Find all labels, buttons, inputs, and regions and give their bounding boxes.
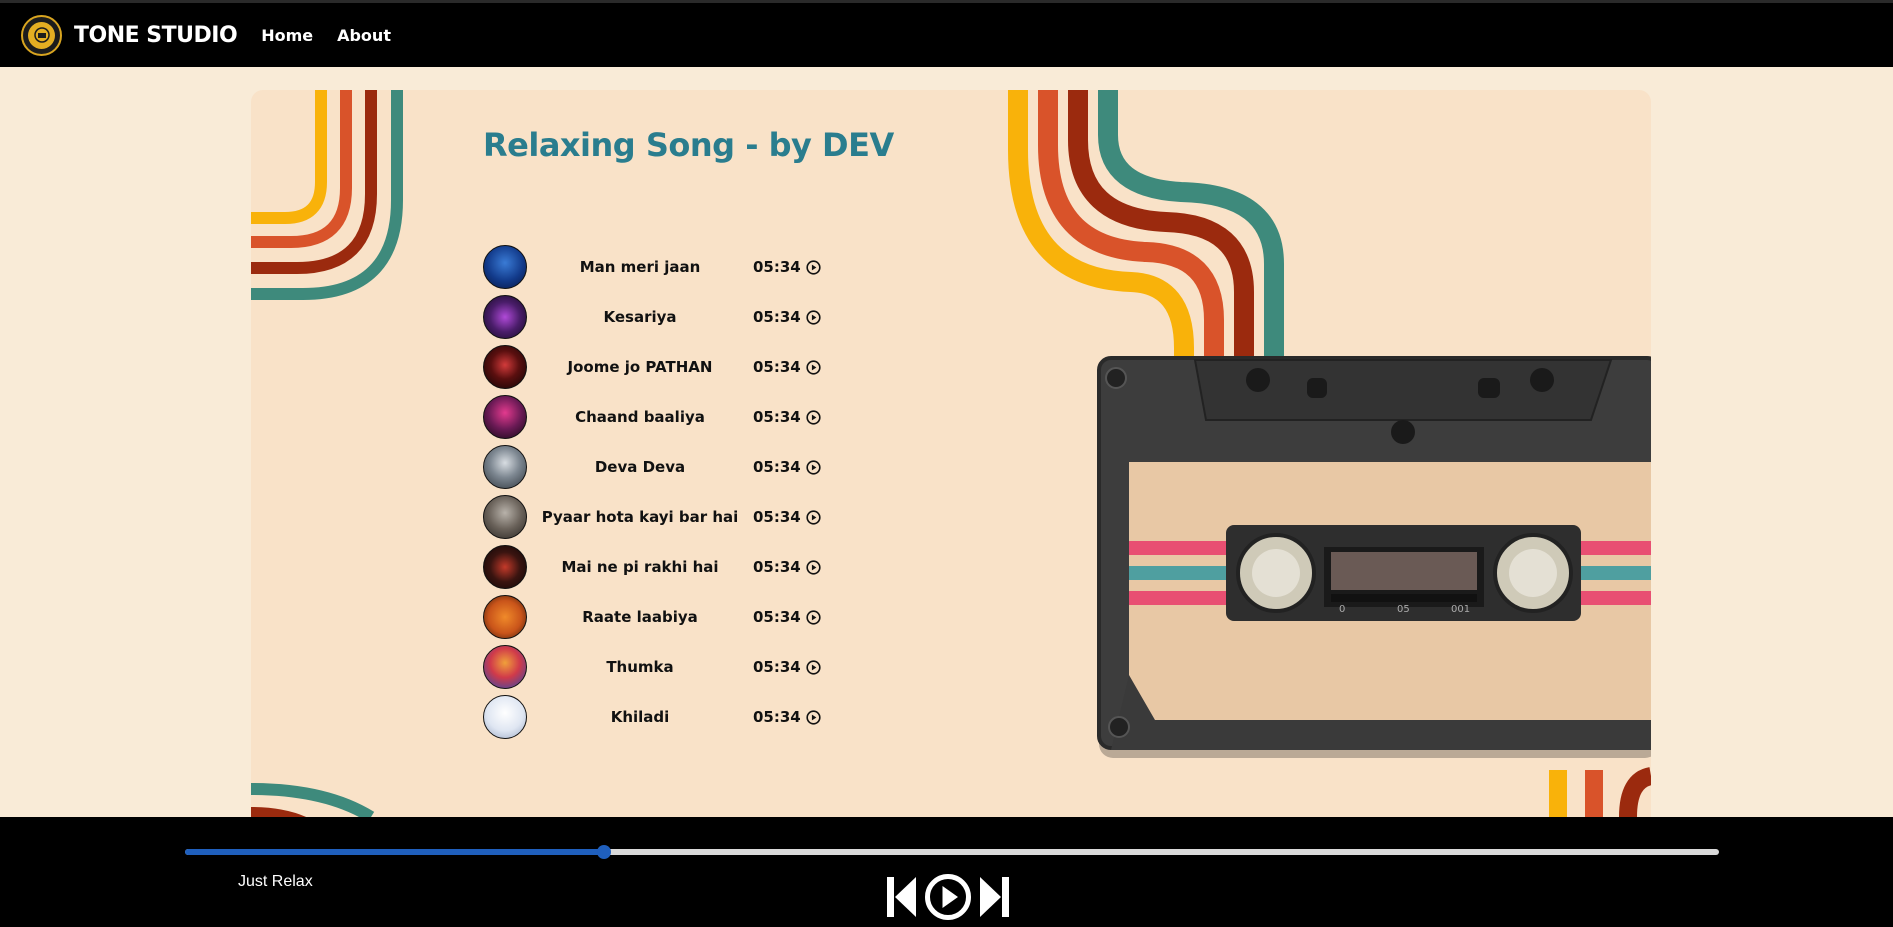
song-row[interactable]: Mai ne pi rakhi hai 05:34: [483, 542, 843, 592]
play-circle-icon[interactable]: [806, 259, 821, 275]
album-art-thumbnail: [483, 445, 527, 489]
album-art-thumbnail: [483, 595, 527, 639]
play-icon[interactable]: [924, 873, 972, 925]
song-name: Kesariya: [603, 308, 677, 326]
song-name: Man meri jaan: [579, 258, 701, 276]
play-circle-icon[interactable]: [806, 509, 821, 525]
song-row[interactable]: Chaand baaliya 05:34: [483, 392, 843, 442]
song-row[interactable]: Deva Deva 05:34: [483, 442, 843, 492]
play-circle-icon[interactable]: [806, 359, 821, 375]
song-duration: 05:34: [753, 608, 801, 626]
song-name: Khiladi: [610, 708, 670, 726]
play-circle-icon[interactable]: [806, 309, 821, 325]
brand-name[interactable]: TONE STUDIO: [74, 23, 238, 48]
song-name: Deva Deva: [594, 458, 686, 476]
next-icon[interactable]: [978, 874, 1010, 924]
top-navbar: TONE STUDIO Home About: [0, 0, 1893, 67]
nav-link-about[interactable]: About: [337, 26, 391, 45]
song-duration: 05:34: [753, 358, 801, 376]
album-art-thumbnail: [483, 295, 527, 339]
previous-icon[interactable]: [886, 874, 918, 924]
song-row[interactable]: Joome jo PATHAN 05:34: [483, 342, 843, 392]
play-circle-icon[interactable]: [806, 409, 821, 425]
album-art-thumbnail: [483, 395, 527, 439]
counter-label-1: 05: [1397, 604, 1410, 615]
song-name: Mai ne pi rakhi hai: [561, 558, 719, 576]
song-name: Raate laabiya: [582, 608, 698, 626]
song-duration: 05:34: [753, 508, 801, 526]
now-playing-title: Just Relax: [238, 873, 313, 890]
album-art-thumbnail: [483, 695, 527, 739]
song-name: Pyaar hota kayi bar hai: [541, 508, 739, 526]
logo-icon[interactable]: [21, 14, 62, 56]
progress-slider-handle[interactable]: [596, 845, 611, 859]
album-art-thumbnail: [483, 545, 527, 589]
song-row[interactable]: Thumka 05:34: [483, 642, 843, 692]
play-circle-icon[interactable]: [806, 559, 821, 575]
retro-stripes-decoration: 0 05 001: [251, 90, 1651, 817]
song-duration: 05:34: [753, 408, 801, 426]
playlist-title: Relaxing Song - by DEV: [483, 126, 894, 164]
song-duration: 05:34: [753, 558, 801, 576]
song-row[interactable]: Man meri jaan 05:34: [483, 242, 843, 292]
play-circle-icon[interactable]: [806, 459, 821, 475]
song-row[interactable]: Khiladi 05:34: [483, 692, 843, 742]
album-art-thumbnail: [483, 495, 527, 539]
song-row[interactable]: Pyaar hota kayi bar hai 05:34: [483, 492, 843, 542]
nav-link-home[interactable]: Home: [261, 26, 313, 45]
song-name: Joome jo PATHAN: [567, 358, 713, 376]
song-row[interactable]: Raate laabiya 05:34: [483, 592, 843, 642]
song-duration: 05:34: [753, 258, 801, 276]
song-list: Man meri jaan 05:34 Kesariya 05:34 Joome…: [483, 242, 843, 742]
progress-slider[interactable]: [185, 845, 1719, 859]
cassette-image: 0 05 001: [1097, 356, 1651, 750]
playback-controls: [886, 873, 1010, 925]
counter-label-2: 001: [1451, 604, 1470, 615]
progress-fill: [185, 849, 604, 855]
song-duration: 05:34: [753, 458, 801, 476]
song-duration: 05:34: [753, 308, 801, 326]
album-art-thumbnail: [483, 645, 527, 689]
song-row[interactable]: Kesariya 05:34: [483, 292, 843, 342]
play-circle-icon[interactable]: [806, 609, 821, 625]
song-name: Thumka: [606, 658, 674, 676]
song-name: Chaand baaliya: [575, 408, 705, 426]
counter-label-0: 0: [1339, 604, 1345, 615]
album-art-thumbnail: [483, 245, 527, 289]
play-circle-icon[interactable]: [806, 709, 821, 725]
song-duration: 05:34: [753, 708, 801, 726]
play-circle-icon[interactable]: [806, 659, 821, 675]
album-art-thumbnail: [483, 345, 527, 389]
playlist-card: 0 05 001 Relaxing Song - by DEV Man meri…: [251, 90, 1651, 817]
song-duration: 05:34: [753, 658, 801, 676]
bottom-player-bar: Just Relax: [0, 817, 1893, 927]
